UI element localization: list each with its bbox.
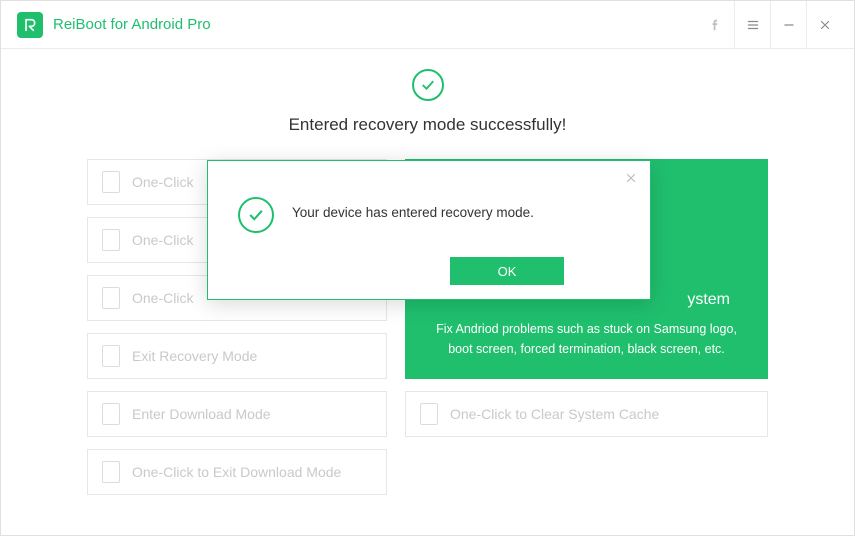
option-exit-download[interactable]: One-Click to Exit Download Mode: [87, 449, 387, 495]
titlebar-controls: [698, 1, 842, 49]
option-enter-download[interactable]: Enter Download Mode: [87, 391, 387, 437]
success-check-icon: [412, 69, 444, 101]
option-label: One-Click: [132, 174, 193, 190]
phone-icon: [102, 171, 120, 193]
option-label: Exit Recovery Mode: [132, 348, 257, 364]
option-label: One-Click to Clear System Cache: [450, 406, 659, 422]
close-button[interactable]: [806, 1, 842, 49]
option-label: One-Click: [132, 232, 193, 248]
repair-description: Fix Andriod problems such as stuck on Sa…: [433, 319, 740, 359]
option-label: Enter Download Mode: [132, 406, 271, 422]
modal-footer: OK: [450, 257, 564, 285]
modal-body: Your device has entered recovery mode.: [208, 161, 650, 233]
app-logo-icon: [17, 12, 43, 38]
option-label: One-Click: [132, 290, 193, 306]
phone-icon: [102, 229, 120, 251]
phone-icon: [420, 403, 438, 425]
success-message: Entered recovery mode successfully!: [289, 115, 567, 135]
phone-icon: [102, 287, 120, 309]
option-clear-cache[interactable]: One-Click to Clear System Cache: [405, 391, 768, 437]
phone-icon: [102, 461, 120, 483]
modal-message: Your device has entered recovery mode.: [292, 197, 534, 220]
phone-icon: [102, 403, 120, 425]
option-exit-recovery[interactable]: Exit Recovery Mode: [87, 333, 387, 379]
menu-icon[interactable]: [734, 1, 770, 49]
minimize-button[interactable]: [770, 1, 806, 49]
option-label: One-Click to Exit Download Mode: [132, 464, 341, 480]
ok-button[interactable]: OK: [450, 257, 564, 285]
app-window: ReiBoot for Android Pro Entered recovery…: [0, 0, 855, 536]
titlebar: ReiBoot for Android Pro: [1, 1, 854, 49]
modal-check-icon: [238, 197, 274, 233]
phone-icon: [102, 345, 120, 367]
facebook-icon[interactable]: [698, 1, 734, 49]
success-header: Entered recovery mode successfully!: [1, 69, 854, 135]
success-modal: Your device has entered recovery mode. O…: [207, 160, 651, 300]
app-title: ReiBoot for Android Pro: [53, 16, 211, 33]
modal-close-button[interactable]: [624, 171, 638, 190]
